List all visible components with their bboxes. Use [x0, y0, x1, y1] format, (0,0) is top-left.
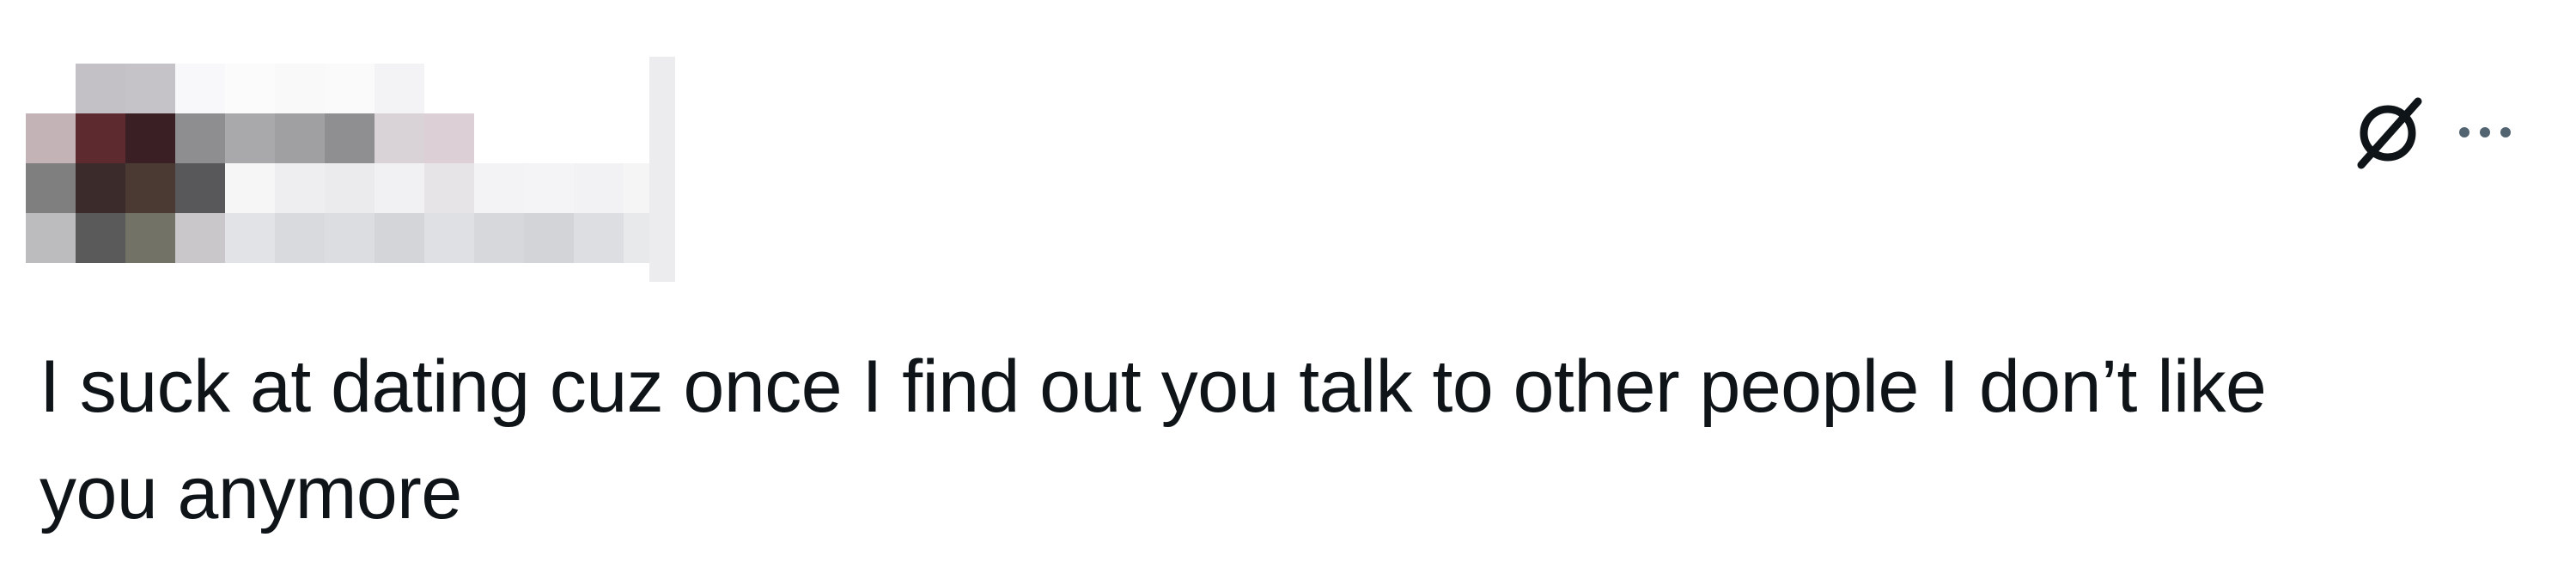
redaction-pixel — [175, 113, 225, 163]
more-options-icon[interactable] — [2456, 122, 2524, 143]
redaction-pixel — [26, 113, 76, 163]
redaction-pixel — [524, 64, 574, 113]
redaction-pixel — [424, 64, 474, 113]
redaction-pixel — [76, 113, 125, 163]
redaction-pixel — [225, 213, 275, 263]
redaction-pixel — [225, 113, 275, 163]
redaction-pixel — [375, 113, 424, 163]
redaction-pixel — [175, 163, 225, 213]
redaction-pixel — [76, 64, 125, 113]
redaction-pixel — [424, 113, 474, 163]
redaction-pixel — [325, 163, 375, 213]
redacted-author-header — [26, 57, 673, 282]
redaction-pixel — [275, 213, 325, 263]
redaction-pixel — [325, 213, 375, 263]
redaction-pixel — [275, 64, 325, 113]
redaction-pixel — [125, 64, 175, 113]
grok-icon[interactable] — [2349, 95, 2427, 172]
redaction-pixel — [524, 163, 574, 213]
tweet-card: I suck at dating cuz once I find out you… — [0, 0, 2576, 580]
redaction-pixel — [375, 64, 424, 113]
redaction-pixel — [524, 113, 574, 163]
redaction-pixel — [474, 163, 524, 213]
redaction-pixel — [76, 163, 125, 213]
redacted-edge — [649, 57, 675, 282]
redaction-pixel — [325, 64, 375, 113]
redaction-pixel — [574, 163, 624, 213]
redaction-pixel — [574, 113, 624, 163]
redaction-pixel — [424, 213, 474, 263]
redaction-pixel — [26, 213, 76, 263]
redaction-pixel — [474, 113, 524, 163]
redaction-pixel — [375, 213, 424, 263]
redaction-pixel — [574, 64, 624, 113]
tweet-text: I suck at dating cuz once I find out you… — [40, 345, 2267, 534]
redaction-pixel — [474, 64, 524, 113]
redaction-pixel — [225, 64, 275, 113]
redaction-pixel — [125, 113, 175, 163]
redaction-pixel — [275, 163, 325, 213]
redaction-pixel — [225, 163, 275, 213]
tweet-actions — [2318, 86, 2576, 180]
redaction-pixel — [375, 163, 424, 213]
redaction-pixel — [125, 163, 175, 213]
redaction-pixel — [175, 64, 225, 113]
redaction-pixel — [175, 213, 225, 263]
redaction-pixel — [474, 213, 524, 263]
redaction-pixel — [424, 163, 474, 213]
redaction-pixel — [524, 213, 574, 263]
redaction-pixel — [275, 113, 325, 163]
redaction-pixel — [26, 64, 76, 113]
redaction-pixel — [76, 213, 125, 263]
redaction-pixel — [26, 163, 76, 213]
redaction-pixel — [325, 113, 375, 163]
redaction-pixel — [125, 213, 175, 263]
redaction-pixel — [574, 213, 624, 263]
